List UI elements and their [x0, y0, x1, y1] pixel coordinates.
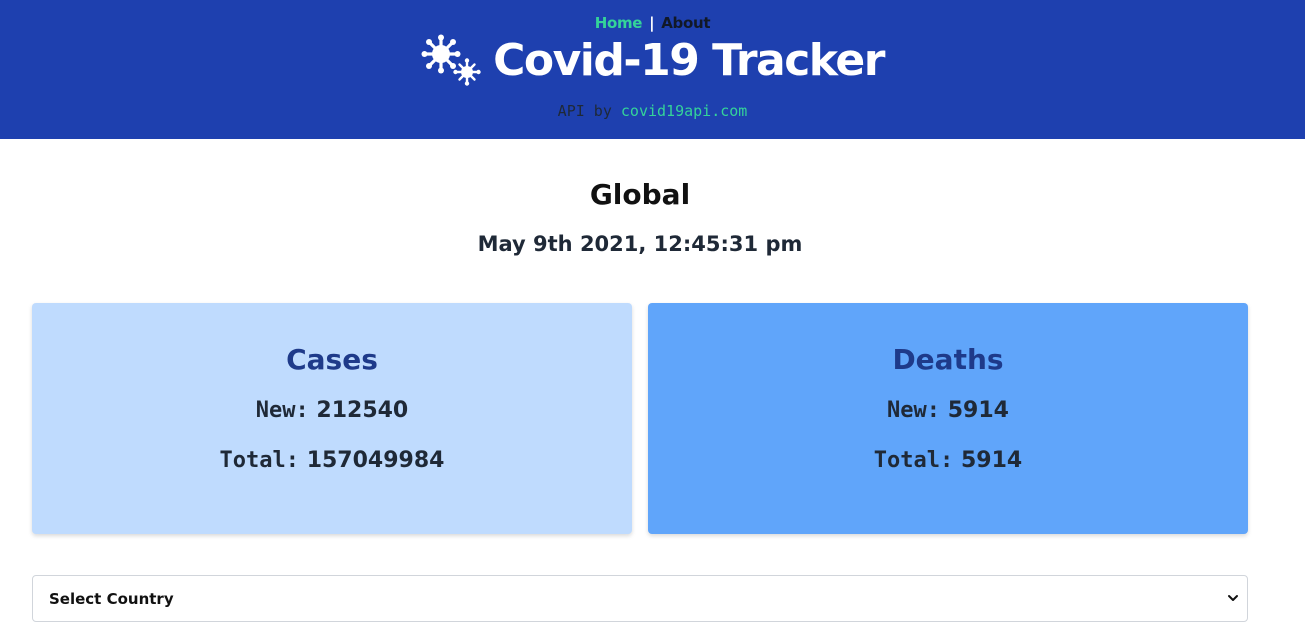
last-updated-date: May 9th 2021, 12:45:31 pm: [477, 232, 803, 256]
deaths-card: Deaths New: 5914 Total: 5914: [648, 303, 1248, 534]
deaths-new-value: 5914: [947, 398, 1009, 423]
deaths-total-stat: Total: 5914: [648, 448, 1248, 473]
cases-total-stat: Total: 157049984: [32, 448, 632, 473]
top-nav: Home | About: [0, 14, 1305, 32]
app-header: Home | About Covid-19 Tracker API by cov…: [0, 0, 1305, 139]
cases-card: Cases New: 212540 Total: 157049984: [32, 303, 632, 534]
nav-separator: |: [649, 14, 655, 32]
nav-about-link[interactable]: About: [661, 14, 710, 32]
cases-total-label: Total:: [219, 448, 300, 473]
cases-card-title: Cases: [286, 343, 378, 376]
country-select-value: Select Country: [49, 590, 174, 608]
cases-new-stat: New: 212540: [32, 398, 632, 423]
chevron-down-icon: [1228, 595, 1238, 601]
deaths-card-title: Deaths: [892, 343, 1004, 376]
deaths-total-label: Total:: [873, 448, 954, 473]
cases-total-value: 157049984: [306, 448, 445, 473]
virus-icon: [421, 34, 481, 86]
api-credit-link[interactable]: covid19api.com: [621, 102, 747, 120]
title-row: Covid-19 Tracker: [0, 34, 1305, 88]
api-credit-prefix: API by: [557, 102, 612, 120]
nav-home-link[interactable]: Home: [595, 14, 643, 32]
app-title: Covid-19 Tracker: [493, 35, 885, 86]
deaths-new-stat: New: 5914: [648, 398, 1248, 423]
cases-new-label: New:: [255, 398, 309, 423]
region-heading: Global: [589, 178, 691, 211]
deaths-new-label: New:: [887, 398, 941, 423]
country-select[interactable]: Select Country: [32, 575, 1248, 622]
api-credit: API by covid19api.com: [0, 102, 1305, 120]
deaths-total-value: 5914: [960, 448, 1023, 473]
cases-new-value: 212540: [316, 398, 409, 423]
